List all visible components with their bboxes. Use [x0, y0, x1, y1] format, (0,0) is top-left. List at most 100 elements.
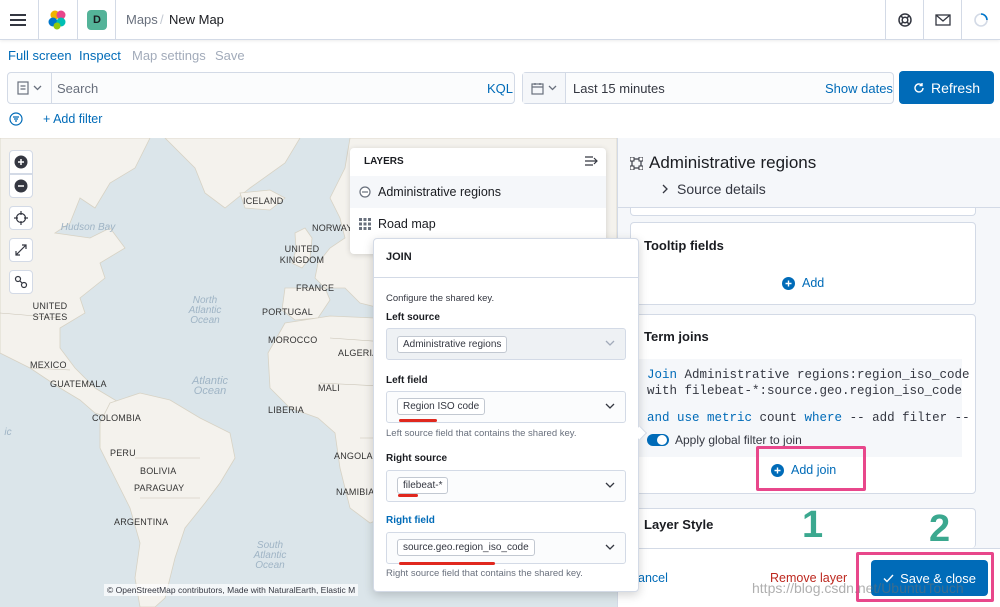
step-number-1: 1 — [802, 504, 824, 546]
refresh-button[interactable]: Refresh — [899, 71, 994, 104]
metric-text: count — [752, 411, 805, 425]
ocean-label-south-atlantic: South Atlantic Ocean — [253, 540, 287, 571]
map-label: ANGOLA — [334, 451, 373, 461]
draw-icon — [14, 275, 28, 289]
chevron-down-icon — [605, 544, 615, 550]
ocean-label-partial: ic — [4, 427, 12, 438]
apply-global-filter-label: Apply global filter to join — [675, 433, 802, 447]
vector-circle-icon — [359, 186, 371, 198]
layers-title: LAYERS — [364, 156, 404, 167]
mail-icon[interactable] — [923, 0, 961, 40]
kql-toggle[interactable]: KQL — [487, 81, 513, 96]
join-description: Configure the shared key. — [386, 293, 495, 304]
left-field-help: Left source field that contains the shar… — [386, 428, 577, 439]
plus-in-circle-icon — [782, 276, 795, 290]
term-joins-title: Term joins — [644, 329, 709, 344]
add-filter-link[interactable]: + Add filter — [43, 112, 102, 126]
ocean-label-hudson-bay: Hudson Bay — [60, 222, 116, 233]
where-keyword: where — [804, 411, 843, 425]
draw-tools-button[interactable] — [9, 270, 33, 294]
collapse-panel-icon[interactable] — [584, 155, 598, 167]
chevron-down-icon — [33, 85, 42, 91]
refresh-icon — [914, 82, 924, 93]
map-attribution: © OpenStreetMap contributors, Made with … — [104, 584, 359, 596]
space-avatar[interactable]: D — [87, 10, 107, 30]
join-popover: JOIN Configure the shared key. Left sour… — [373, 238, 639, 592]
chevron-down-icon — [548, 85, 557, 91]
right-field-select[interactable]: source.geo.region_iso_code — [386, 532, 626, 564]
map-settings-link[interactable]: Map settings — [132, 48, 206, 63]
card-fragment — [630, 208, 976, 216]
app-header: D Maps / New Map — [0, 0, 1000, 40]
show-dates-link[interactable]: Show dates — [825, 81, 893, 96]
chevron-down-icon — [605, 482, 615, 488]
menu-icon[interactable] — [10, 12, 28, 28]
refresh-label: Refresh — [930, 79, 981, 96]
map-label: UNITED KINGDOM — [279, 244, 325, 265]
left-field-label: Left field — [386, 375, 428, 386]
map-label: GUATEMALA — [50, 379, 107, 389]
crosshair-icon — [14, 211, 28, 225]
breadcrumb-new-map: New Map — [169, 12, 224, 27]
chevron-right-icon — [662, 184, 668, 194]
map-label: MOROCCO — [268, 335, 318, 345]
map-label: ICELAND — [243, 196, 284, 206]
vector-layer-icon — [630, 157, 643, 170]
filter-options-icon[interactable] — [9, 112, 23, 126]
right-field-value: source.geo.region_iso_code — [397, 539, 535, 556]
save-link[interactable]: Save — [215, 48, 245, 63]
inspect-link[interactable]: Inspect — [79, 48, 121, 63]
elastic-logo-icon[interactable] — [48, 9, 68, 31]
join-title: JOIN — [386, 251, 412, 263]
fit-to-data-button[interactable] — [9, 238, 33, 262]
highlight-box-add-join — [756, 446, 866, 491]
join-keyword: Join — [647, 368, 678, 382]
map-label: MEXICO — [30, 360, 67, 370]
step-number-2: 2 — [929, 508, 951, 550]
left-source-value: Administrative regions — [397, 336, 508, 353]
breadcrumb-separator: / — [160, 12, 164, 27]
left-source-label: Left source — [386, 312, 440, 323]
ocean-label-atlantic: Atlantic Ocean — [191, 375, 229, 397]
left-field-value: Region ISO code — [397, 398, 486, 415]
plus-icon — [14, 155, 28, 169]
map-label: UNITED STATES — [32, 301, 68, 322]
map-label: PERU — [110, 448, 136, 458]
zoom-out-button[interactable] — [9, 174, 33, 198]
breadcrumb-maps[interactable]: Maps — [126, 12, 158, 27]
calendar-icon — [531, 82, 544, 95]
expand-icon — [15, 244, 27, 256]
cancel-button[interactable]: ancel — [638, 571, 668, 585]
quick-select-button[interactable] — [523, 73, 566, 103]
tooltip-add-button[interactable]: Add — [782, 276, 824, 290]
red-underline-mark — [398, 494, 418, 497]
tooltip-fields-card: Tooltip fields Add — [630, 222, 976, 305]
map-label: COLOMBIA — [92, 413, 142, 423]
saved-query-menu[interactable] — [8, 73, 52, 103]
source-details-toggle[interactable]: Source details — [662, 181, 766, 197]
search-input[interactable]: Search — [57, 81, 98, 96]
chevron-down-icon — [605, 403, 615, 409]
join-metric-expression[interactable]: and use metric count where -- add filter… — [647, 410, 970, 426]
map-label: PORTUGAL — [262, 307, 313, 317]
time-range-value[interactable]: Last 15 minutes — [573, 81, 665, 96]
join-right-text: with filebeat-*:source.geo.region_iso_co… — [647, 384, 963, 398]
map-label: FRANCE — [296, 283, 335, 293]
zoom-in-button[interactable] — [9, 150, 33, 174]
right-source-select[interactable]: filebeat-* — [386, 470, 626, 502]
layer-item-administrative-regions[interactable]: Administrative regions — [350, 176, 606, 208]
source-details-label: Source details — [677, 181, 766, 197]
right-source-label: Right source — [386, 453, 448, 464]
map-label: PARAGUAY — [134, 483, 185, 493]
left-source-select[interactable]: Administrative regions — [386, 328, 626, 360]
map-label: NORWAY — [312, 223, 353, 233]
layer-item-road-map[interactable]: Road map — [350, 210, 606, 240]
full-screen-link[interactable]: Full screen — [8, 48, 72, 63]
layer-style-title: Layer Style — [644, 517, 714, 532]
apply-global-filter-toggle[interactable] — [647, 434, 669, 446]
date-picker: Last 15 minutes Show dates — [522, 72, 894, 104]
help-icon[interactable] — [885, 0, 923, 40]
grid-icon — [359, 218, 371, 230]
filter-text: -- add filter -- — [842, 411, 970, 425]
set-view-button[interactable] — [9, 206, 33, 230]
